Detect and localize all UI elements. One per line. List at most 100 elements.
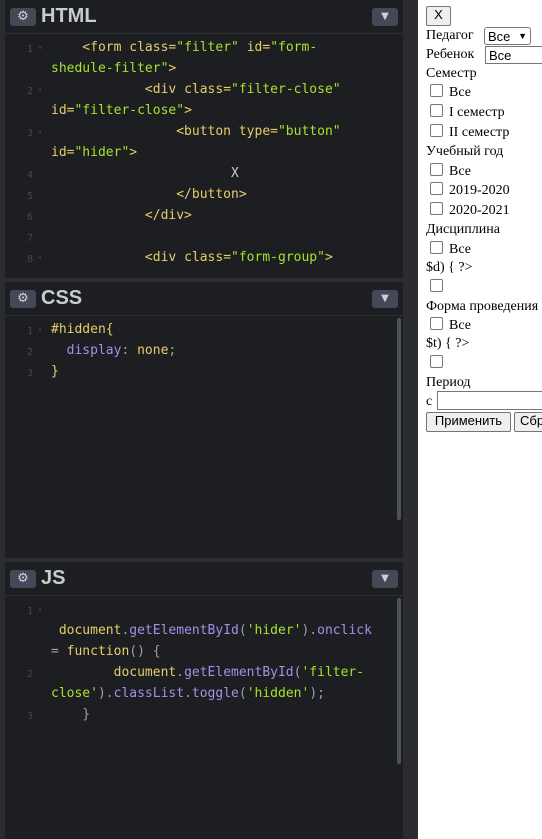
semester-all-checkbox[interactable] xyxy=(430,84,443,97)
code-token: getElementById xyxy=(129,623,239,638)
css-code-area[interactable]: 1 ▾ #hidden{2 display: none; 3} xyxy=(5,318,395,558)
css-scrollbar[interactable] xyxy=(397,318,401,520)
chevron-down-icon[interactable]: ▼ xyxy=(372,8,398,26)
fold-arrow-icon[interactable]: ▾ xyxy=(38,254,42,262)
discipline-all-checkbox[interactable] xyxy=(430,241,443,254)
line-number: 2 xyxy=(27,347,34,358)
code-token: <form xyxy=(51,40,130,55)
code-text: <form class="filter" id="form- xyxy=(51,40,317,55)
code-line: 5 </button> xyxy=(5,187,395,208)
code-line: 8 ▾ <div class="form-group"> xyxy=(5,250,395,271)
discipline-php-leak-text: $d) { ?> xyxy=(426,260,473,275)
result-preview: X Педагог Все ▼ Ребенок Все Семестр Все I… xyxy=(418,0,542,839)
fold-arrow-icon[interactable]: ▾ xyxy=(38,86,42,94)
semester-1-checkbox[interactable] xyxy=(430,104,443,117)
code-token: class= xyxy=(129,40,177,55)
code-token: class= xyxy=(184,82,232,97)
code-token: ; xyxy=(168,343,177,358)
html-panel-header: ⚙ HTML ▼ xyxy=(5,0,403,34)
close-filter-button[interactable]: X xyxy=(426,6,451,26)
form-extra-checkbox[interactable] xyxy=(430,355,443,368)
code-line: 2 ▾ <div class="filter-close" xyxy=(5,82,395,103)
code-text: = function() { xyxy=(51,644,161,659)
fold-arrow-icon[interactable]: ▾ xyxy=(38,128,42,136)
chevron-down-icon: ▼ xyxy=(518,31,527,41)
reset-button[interactable]: Сбросить xyxy=(514,412,542,432)
gear-icon[interactable]: ⚙ xyxy=(10,8,36,26)
html-code-area[interactable]: 1 ▾ <form class="filter" id="form-shedule… xyxy=(5,36,395,278)
code-token: "filter-close" xyxy=(231,82,341,97)
code-token: toggle xyxy=(191,686,239,701)
semester-2-checkbox[interactable] xyxy=(430,124,443,137)
code-token: classList xyxy=(113,686,185,701)
code-text: </div> xyxy=(51,208,192,223)
js-code-area[interactable]: 1 ▾ document.getElementById('hider').oncl… xyxy=(5,598,395,839)
code-token: () { xyxy=(129,644,161,659)
css-editor-panel: ⚙ CSS ▼ 1 ▾ #hidden{2 display: none; 3} xyxy=(5,282,403,558)
js-scrollbar[interactable] xyxy=(397,598,401,764)
code-line: id="filter-close"> xyxy=(5,103,395,124)
code-line: = function() { xyxy=(5,644,395,665)
css-panel-header: ⚙ CSS ▼ xyxy=(5,282,403,316)
line-number: 5 xyxy=(27,191,34,202)
code-token: } xyxy=(51,364,59,379)
code-line: id="hider"> xyxy=(5,145,395,166)
line-number: 2 xyxy=(27,669,34,680)
discipline-extra-checkbox[interactable] xyxy=(430,279,443,292)
form-all-label: Все xyxy=(449,318,471,333)
code-token: function xyxy=(66,644,130,659)
form-all-checkbox[interactable] xyxy=(430,317,443,330)
code-token: : xyxy=(121,343,138,358)
code-text: shedule-filter"> xyxy=(51,61,176,76)
html-editor-panel: ⚙ HTML ▼ 1 ▾ <form class="filter" id="for… xyxy=(5,0,403,278)
code-text: <div class="form-group"> xyxy=(51,250,333,265)
apply-button[interactable]: Применить xyxy=(426,412,511,432)
teacher-select[interactable]: Все ▼ xyxy=(484,27,531,45)
line-number: 4 xyxy=(27,170,34,181)
code-text: id="hider"> xyxy=(51,145,137,160)
discipline-heading: Дисциплина xyxy=(426,222,500,237)
fold-arrow-icon[interactable]: ▾ xyxy=(38,326,42,334)
code-text: document.getElementById('hider').onclick xyxy=(51,623,372,638)
line-number: 7 xyxy=(27,233,34,244)
code-token: none xyxy=(137,343,169,358)
year-all-checkbox[interactable] xyxy=(430,163,443,176)
code-text: </button> xyxy=(51,187,246,202)
line-number: 3 xyxy=(27,128,34,139)
child-input[interactable]: Все xyxy=(485,46,542,64)
code-token: ). xyxy=(97,686,114,701)
gear-icon[interactable]: ⚙ xyxy=(10,290,36,308)
code-token: 'filter- xyxy=(301,665,365,680)
fold-arrow-icon[interactable]: ▾ xyxy=(38,44,42,52)
code-token: . xyxy=(184,686,192,701)
period-heading: Период xyxy=(426,375,471,390)
period-from-input[interactable] xyxy=(437,391,542,410)
chevron-down-icon[interactable]: ▼ xyxy=(372,290,398,308)
code-token: "button" xyxy=(277,124,341,139)
code-line: 3 ▾ <button type="button" xyxy=(5,124,395,145)
code-token: > xyxy=(324,250,333,265)
form-php-leak-text: $t) { ?> xyxy=(426,336,470,351)
code-token: shedule-filter" xyxy=(51,61,169,76)
code-token: #hidden{ xyxy=(51,322,114,337)
code-token: <button xyxy=(51,124,239,139)
chevron-down-icon[interactable]: ▼ xyxy=(372,570,398,588)
code-token: > xyxy=(168,61,177,76)
code-text: document.getElementById('filter- xyxy=(51,665,364,680)
gear-icon[interactable]: ⚙ xyxy=(10,570,36,588)
semester-2-label: II семестр xyxy=(449,125,510,140)
code-line: 1 ▾ xyxy=(5,602,395,623)
code-token: display xyxy=(51,343,122,358)
year-2020-checkbox[interactable] xyxy=(430,202,443,215)
code-line: 7 xyxy=(5,229,395,250)
discipline-all-label: Все xyxy=(449,242,471,257)
code-line: 3} xyxy=(5,364,395,385)
semester-heading: Семестр xyxy=(426,66,477,81)
code-token: > xyxy=(184,103,192,118)
code-token: ( xyxy=(238,623,247,638)
fold-arrow-icon[interactable]: ▾ xyxy=(38,606,42,614)
year-2019-checkbox[interactable] xyxy=(430,182,443,195)
code-text: close').classList.toggle('hidden'); xyxy=(51,686,325,701)
code-text: #hidden{ xyxy=(51,322,114,337)
code-line: 6 </div> xyxy=(5,208,395,229)
